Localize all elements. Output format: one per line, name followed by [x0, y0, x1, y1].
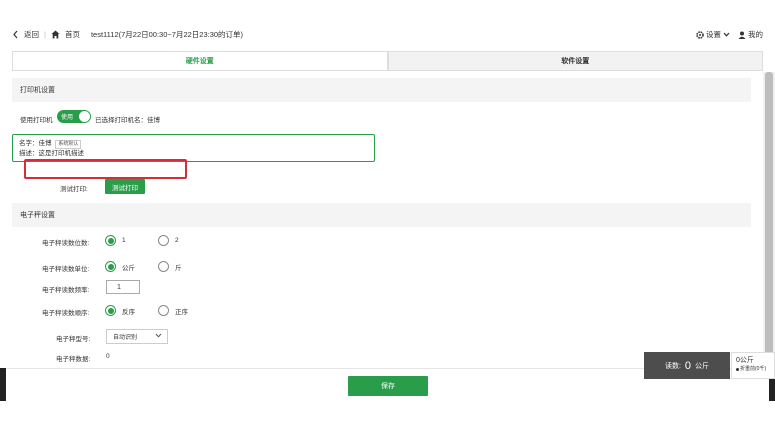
selected-printer-label: 已选择打印机名：佳博 — [95, 117, 160, 124]
back-icon[interactable] — [12, 30, 19, 39]
radio-unselected-icon — [158, 235, 169, 246]
digits-row-highlight — [24, 159, 187, 179]
user-label: 我的 — [748, 30, 763, 39]
scale-data-label: 电子秤数据: — [56, 356, 91, 363]
weight-unit: 公斤 — [695, 362, 710, 370]
weight-side-value: 0公斤 — [736, 357, 754, 364]
default-badge: 系统默认 — [55, 140, 82, 149]
home-link[interactable]: 首页 — [65, 29, 80, 40]
radio-label: 正序 — [175, 308, 188, 316]
radio-selected-icon — [105, 305, 116, 316]
scale-unit-option-jin[interactable]: 斤 — [158, 261, 182, 272]
radio-selected-icon — [105, 235, 116, 246]
weight-side-note-row: 折重前(0千) — [736, 365, 770, 374]
printer-description: 描述：这是打印机描述 — [19, 150, 84, 157]
select-value: 自动识别 — [113, 335, 138, 341]
toggle-knob — [79, 111, 90, 122]
radio-label: 公斤 — [122, 264, 135, 272]
home-icon[interactable] — [51, 30, 60, 39]
scale-model-select[interactable]: 自动识别 — [106, 329, 168, 344]
scrollbar-thumb[interactable] — [765, 72, 773, 368]
toggle-text: 使用 — [61, 115, 74, 121]
use-printer-label: 使用打印机 — [20, 117, 53, 124]
scale-freq-label: 电子秤读数频率: — [42, 287, 90, 294]
status-dot-icon — [736, 368, 739, 371]
radio-label: 反序 — [122, 308, 135, 316]
breadcrumb-separator: | — [44, 30, 46, 39]
user-menu[interactable]: 我的 — [738, 29, 763, 40]
scale-order-option-reverse[interactable]: 反序 — [105, 305, 135, 316]
page-title: test1112(7月22日00:30~7月22日23:30的订单) — [90, 30, 244, 39]
scale-digits-option-2[interactable]: 2 — [158, 235, 179, 246]
scale-freq-input[interactable]: 1 — [106, 280, 140, 294]
scale-order-option-forward[interactable]: 正序 — [158, 305, 188, 316]
radio-unselected-icon — [158, 261, 169, 272]
radio-unselected-icon — [158, 305, 169, 316]
chevron-down-icon — [723, 32, 730, 37]
scale-section-title: 电子秤设置 — [12, 203, 751, 227]
radio-label: 2 — [175, 237, 179, 244]
scale-unit-label: 电子秤读数单位: — [42, 266, 90, 273]
radio-selected-icon — [105, 261, 116, 272]
user-icon — [738, 31, 746, 39]
scrollbar[interactable] — [763, 72, 775, 368]
header-actions: 设置 我的 — [696, 29, 763, 40]
test-print-button[interactable]: 测试打印 — [105, 179, 145, 194]
back-link[interactable]: 返回 — [24, 29, 39, 40]
scale-model-label: 电子秤型号: — [56, 336, 91, 343]
top-bar: 返回 | 首页 test1112(7月22日00:30~7月22日23:30的订… — [0, 0, 775, 46]
scale-digits-label: 电子秤读数位数: — [42, 240, 90, 247]
scale-digits-option-1[interactable]: 1 — [105, 235, 126, 246]
test-print-label: 测试打印: — [60, 186, 88, 193]
printer-name-row: 名字：佳博 系统默认 — [19, 139, 368, 149]
printer-name: 名字：佳博 — [19, 140, 52, 147]
settings-label: 设置 — [706, 30, 721, 39]
scale-order-label: 电子秤读数顺序: — [42, 310, 90, 317]
weight-label: 读数: — [664, 362, 681, 370]
tab-hardware[interactable]: 硬件设置 — [12, 51, 388, 70]
radio-label: 1 — [122, 237, 126, 244]
scale-data-value: 0 — [106, 353, 110, 360]
weight-value: 0 — [684, 359, 692, 372]
weight-side-panel: 0公斤 折重前(0千) — [731, 352, 775, 379]
hardware-settings-panel: 打印机设置 使用打印机 使用 已选择打印机名：佳博 名字：佳博 系统默认 描述：… — [12, 72, 763, 368]
settings-menu[interactable]: 设置 — [696, 29, 730, 40]
weight-side-note: 折重前(0千) — [740, 366, 767, 372]
weight-readout: 读数: 0 公斤 — [644, 352, 730, 379]
scale-unit-option-kg[interactable]: 公斤 — [105, 261, 135, 272]
chevron-down-icon — [155, 333, 162, 340]
gear-icon — [696, 30, 704, 39]
below-area — [0, 401, 775, 424]
printer-info-box[interactable]: 名字：佳博 系统默认 描述：这是打印机描述 — [12, 134, 375, 162]
save-button[interactable]: 保存 — [348, 376, 428, 396]
printer-section-title: 打印机设置 — [12, 78, 751, 102]
use-printer-toggle[interactable]: 使用 — [57, 110, 91, 123]
tab-software[interactable]: 软件设置 — [387, 51, 763, 70]
breadcrumb: 返回 | 首页 test1112(7月22日00:30~7月22日23:30的订… — [12, 29, 243, 40]
settings-tabs: 硬件设置 软件设置 — [12, 51, 763, 71]
radio-label: 斤 — [175, 264, 182, 272]
left-edge — [0, 368, 6, 402]
